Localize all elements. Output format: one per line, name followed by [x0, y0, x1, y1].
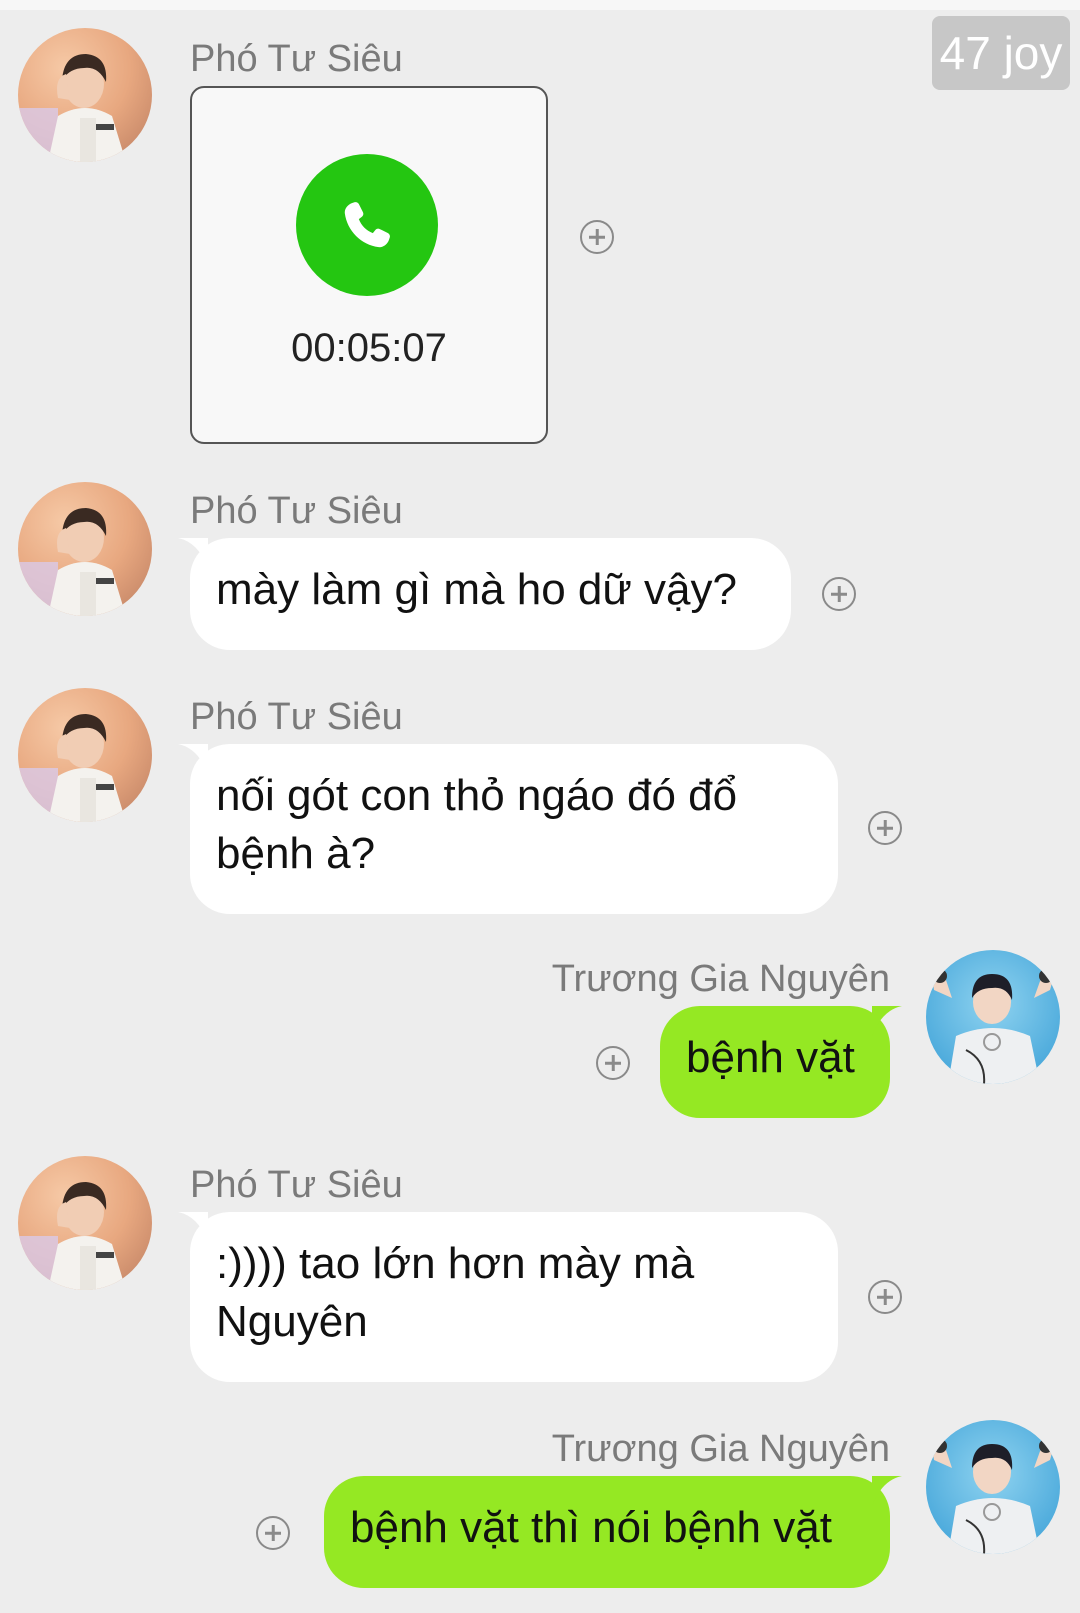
sender-name: Trương Gia Nguyên — [551, 1428, 890, 1470]
bubble-tail — [872, 1476, 902, 1506]
avatar-pho-tu-sieu[interactable] — [18, 1156, 152, 1290]
add-reaction-icon[interactable] — [822, 577, 856, 611]
sender-name: Phó Tư Siêu — [190, 1164, 403, 1206]
add-reaction-icon[interactable] — [596, 1046, 630, 1080]
avatar-pho-tu-sieu[interactable] — [18, 688, 152, 822]
voice-call-card[interactable]: 00:05:07 — [190, 86, 548, 444]
watermark: 47 joy — [932, 16, 1070, 90]
sender-name: Trương Gia Nguyên — [551, 958, 890, 1000]
call-duration: 00:05:07 — [291, 326, 447, 370]
message-bubble[interactable]: nối gót con thỏ ngáo đó đổ bệnh à? — [178, 744, 838, 914]
add-reaction-icon[interactable] — [868, 1280, 902, 1314]
sender-name: Phó Tư Siêu — [190, 696, 403, 738]
sender-name: Phó Tư Siêu — [190, 38, 403, 80]
bubble-tail — [178, 538, 208, 568]
avatar-truong-gia-nguyen[interactable] — [926, 950, 1060, 1084]
bubble-tail — [178, 1212, 208, 1242]
top-edge — [0, 0, 1080, 10]
message-text: nối gót con thỏ ngáo đó đổ bệnh à? — [216, 771, 738, 878]
bubble-tail — [178, 744, 208, 774]
message-bubble[interactable]: :)))) tao lớn hơn mày mà Nguyên — [178, 1212, 838, 1382]
message-bubble[interactable]: mày làm gì mà ho dữ vậy? — [178, 538, 791, 650]
message-text: :)))) tao lớn hơn mày mà Nguyên — [216, 1239, 695, 1346]
phone-icon — [296, 154, 438, 296]
message-bubble[interactable]: bệnh vặt — [660, 1006, 902, 1118]
message-text: bệnh vặt thì nói bệnh vặt — [350, 1503, 832, 1552]
avatar-pho-tu-sieu[interactable] — [18, 482, 152, 616]
add-reaction-icon[interactable] — [868, 811, 902, 845]
message-text: bệnh vặt — [686, 1033, 855, 1082]
message-bubble[interactable]: bệnh vặt thì nói bệnh vặt — [324, 1476, 902, 1588]
avatar-pho-tu-sieu[interactable] — [18, 28, 152, 162]
message-text: mày làm gì mà ho dữ vậy? — [216, 565, 737, 614]
add-reaction-icon[interactable] — [256, 1516, 290, 1550]
bubble-tail — [872, 1006, 902, 1036]
sender-name: Phó Tư Siêu — [190, 490, 403, 532]
add-reaction-icon[interactable] — [580, 220, 614, 254]
avatar-truong-gia-nguyen[interactable] — [926, 1420, 1060, 1554]
